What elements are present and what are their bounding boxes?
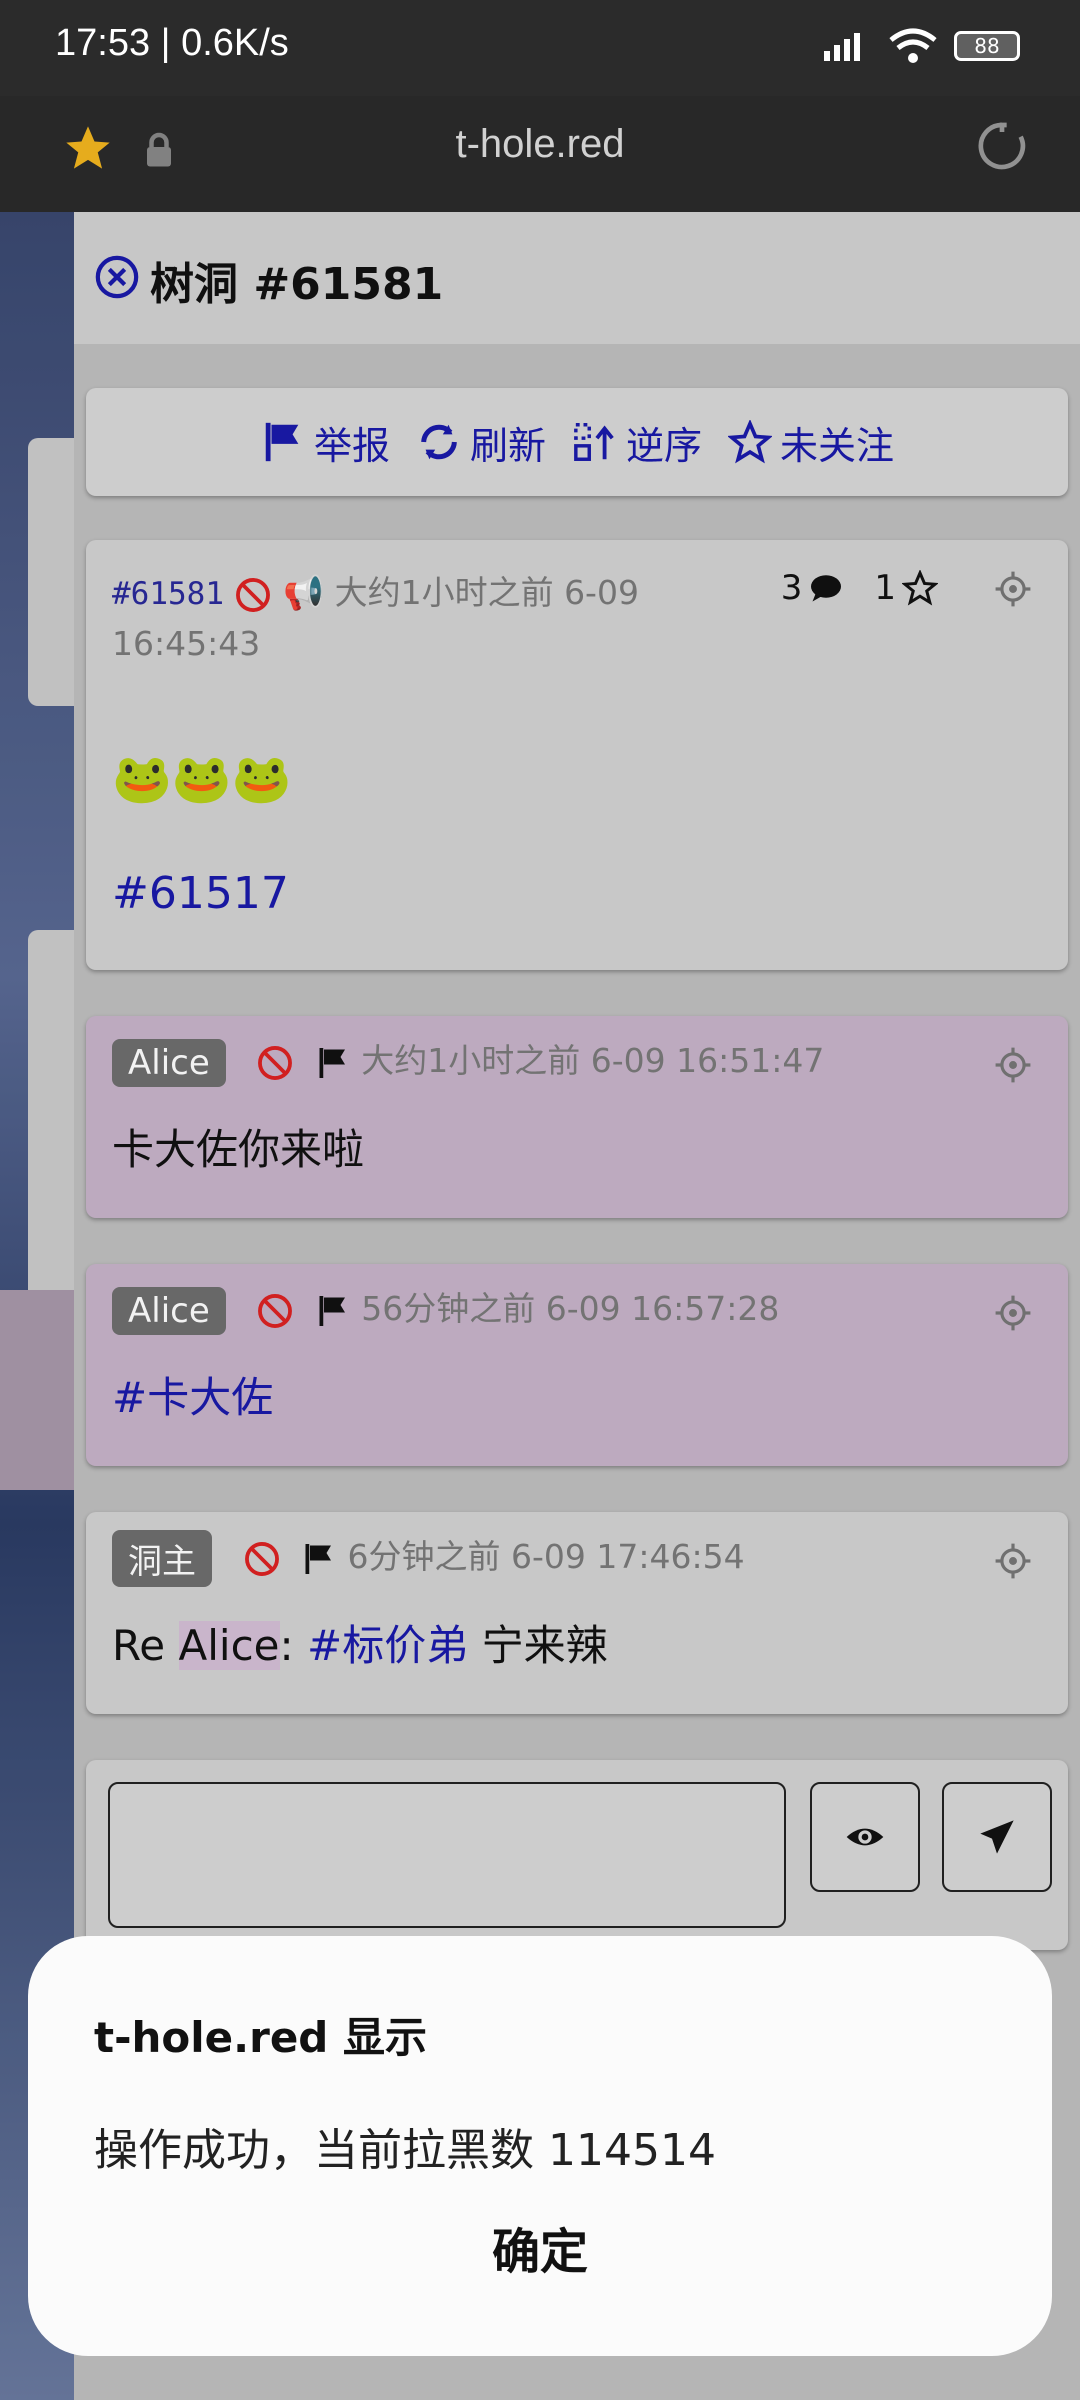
status-time: 17:53 | 0.6K/s xyxy=(55,22,289,64)
dialog-message: 操作成功，当前拉黑数 114514 xyxy=(94,2125,716,2176)
status-bar: 17:53 | 0.6K/s 88 xyxy=(0,0,1080,96)
battery-icon: 88 xyxy=(954,31,1020,61)
signal-icon xyxy=(824,33,860,61)
dialog-title: t-hole.red 显示 xyxy=(94,2013,427,2062)
wifi-icon xyxy=(889,28,937,63)
status-icons: 88 xyxy=(820,28,1020,64)
alert-dialog: t-hole.red 显示 操作成功，当前拉黑数 114514 确定 xyxy=(28,1936,1052,2356)
ok-button[interactable]: 确定 xyxy=(28,2212,1052,2282)
